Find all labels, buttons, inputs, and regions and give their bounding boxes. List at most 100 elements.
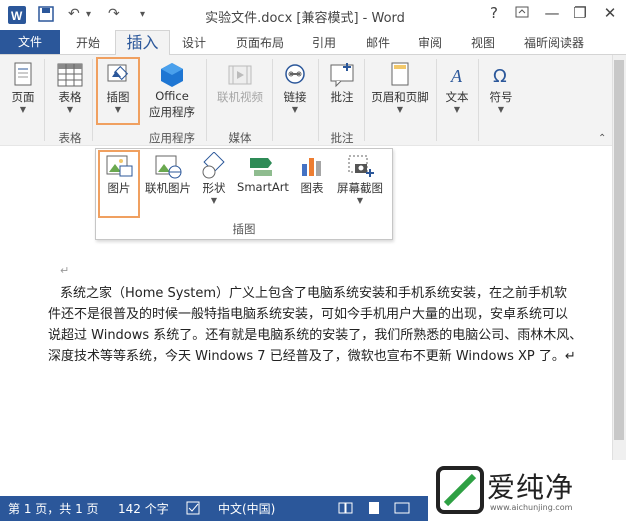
chevron-down-icon: ▼ [356, 196, 364, 205]
tab-home[interactable]: 开始 [76, 34, 100, 51]
screenshot-button[interactable]: 屏幕截图 ▼ [332, 152, 388, 205]
group-label-table: 表格 [58, 131, 82, 145]
group-separator [92, 59, 93, 141]
page-icon [9, 61, 37, 89]
tab-view[interactable]: 视图 [471, 34, 495, 51]
chart-icon [297, 152, 327, 180]
watermark-url: www.aichunjing.com [490, 503, 573, 512]
close-button[interactable]: ✕ [598, 4, 622, 22]
header-footer-button[interactable]: 页眉和页脚 ▼ [368, 61, 432, 114]
header-footer-icon [386, 61, 414, 89]
office-apps-button[interactable]: Office 应用程序 [142, 61, 202, 120]
chevron-down-icon: ▼ [66, 105, 74, 114]
chart-button[interactable]: 图表 [294, 152, 330, 196]
chevron-down-icon: ▼ [19, 105, 27, 114]
shapes-icon [199, 151, 229, 180]
word-count[interactable]: 142 个字 [118, 500, 169, 517]
new-comment-button[interactable]: 批注 [324, 61, 360, 105]
online-picture-icon [153, 152, 183, 180]
chevron-down-icon: ▼ [210, 196, 218, 205]
link-icon [281, 61, 309, 89]
text-button[interactable]: A 文本 ▼ [440, 61, 474, 114]
proofing-icon[interactable] [186, 500, 202, 519]
group-separator [436, 59, 437, 141]
table-button[interactable]: 表格 ▼ [52, 61, 88, 114]
chevron-down-icon: ▼ [497, 105, 505, 114]
group-separator [44, 59, 45, 141]
symbols-button[interactable]: Ω 符号 ▼ [484, 61, 518, 114]
tab-page-layout[interactable]: 页面布局 [236, 34, 284, 51]
chevron-down-icon: ▼ [453, 105, 461, 114]
window-title: 实验文件.docx [兼容模式] - Word [205, 11, 405, 26]
comment-icon [328, 61, 356, 89]
online-pictures-button[interactable]: 联机图片 [142, 152, 194, 196]
minimize-button[interactable]: — [540, 4, 564, 22]
tab-insert[interactable]: 插入 [115, 30, 170, 55]
illustrations-dropdown: 图片 联机图片 形状 ▼ SmartArt 图表 屏幕截图 ▼ 插图 [95, 148, 393, 240]
word-logo-icon[interactable]: W [8, 6, 26, 24]
illustrations-button[interactable]: 插图 ▼ [98, 61, 138, 114]
screenshot-icon [345, 152, 375, 180]
office-apps-icon [158, 61, 186, 89]
language-indicator[interactable]: 中文(中国) [218, 500, 275, 517]
table-icon [56, 61, 84, 89]
paragraph-mark: ↵ [60, 264, 70, 277]
page-top-divider [0, 145, 612, 146]
ribbon-tabs: 文件 开始 插入 设计 页面布局 引用 邮件 审阅 视图 福昕阅读器 [0, 30, 626, 55]
watermark-text: 爱纯净 [487, 471, 575, 504]
tab-file[interactable]: 文件 [0, 30, 60, 54]
save-icon[interactable] [38, 6, 54, 26]
chevron-down-icon: ▼ [291, 105, 299, 114]
svg-text:W: W [11, 9, 23, 23]
undo-dropdown-icon[interactable]: ▾ [86, 9, 91, 20]
web-layout-icon[interactable] [394, 500, 410, 519]
group-label-media: 媒体 [228, 131, 252, 145]
illustrations-icon [104, 61, 132, 89]
tab-references[interactable]: 引用 [312, 34, 336, 51]
group-separator [318, 59, 319, 141]
redo-icon[interactable]: ↷ [108, 6, 120, 22]
chevron-down-icon: ▼ [114, 105, 122, 114]
tab-review[interactable]: 审阅 [418, 34, 442, 51]
online-video-button[interactable]: 联机视频 [212, 61, 268, 105]
picture-icon [104, 152, 134, 180]
group-separator [272, 59, 273, 141]
restore-button[interactable]: ❐ [568, 4, 592, 22]
dropdown-group-label: 插图 [232, 222, 256, 236]
svg-text:Ω: Ω [493, 66, 507, 87]
omega-icon: Ω [487, 61, 515, 89]
smartart-icon [248, 152, 278, 180]
group-label-comments: 批注 [330, 131, 354, 145]
scrollbar-thumb[interactable] [614, 60, 624, 440]
tab-foxit-reader[interactable]: 福昕阅读器 [524, 34, 584, 51]
customize-quick-access-icon[interactable]: ▾ [140, 9, 145, 20]
video-icon [226, 61, 254, 89]
read-mode-icon[interactable] [338, 500, 354, 519]
document-line: 说超过 Windows 系统了。还有就是电脑系统的安装了，我们所熟悉的电脑公司、… [48, 328, 583, 343]
svg-text:A: A [450, 66, 463, 86]
document-line: 系统之家（Home System）广义上包含了电脑系统安装和手机系统安装，在之前… [60, 286, 568, 301]
group-separator [364, 59, 365, 141]
tab-mailings[interactable]: 邮件 [366, 34, 390, 51]
ribbon-display-options-icon[interactable] [510, 4, 534, 24]
page-count[interactable]: 第 1 页，共 1 页 [8, 500, 99, 517]
help-button[interactable]: ? [482, 4, 506, 22]
picture-button[interactable]: 图片 [100, 152, 138, 196]
undo-icon[interactable]: ↶ [68, 6, 80, 22]
pages-button[interactable]: 页面 ▼ [6, 61, 40, 114]
group-separator [478, 59, 479, 141]
title-bar: W ↶ ▾ ↷ ▾ 实验文件.docx [兼容模式] - Word ? — ❐ … [0, 0, 626, 30]
text-box-icon: A [443, 61, 471, 89]
tab-design[interactable]: 设计 [182, 34, 206, 51]
print-layout-icon[interactable] [366, 500, 382, 519]
shapes-button[interactable]: 形状 ▼ [196, 151, 232, 205]
ribbon: 页面 ▼ 表格 ▼ 表格 插图 ▼ Office 应用程序 应用程序 联机视频 … [0, 55, 612, 146]
link-button[interactable]: 链接 ▼ [278, 61, 312, 114]
collapse-ribbon-icon[interactable]: ⌃ [598, 133, 606, 144]
document-line: 深度技术等等系统，今天 Windows 7 已经普及了，微软也宣布不更新 Win… [48, 349, 576, 364]
document-line: 件还不是很普及的时候一般特指电脑系统安装，可如今手机用户大量的出现，安卓系统可以 [48, 307, 569, 322]
smartart-button[interactable]: SmartArt [234, 152, 292, 194]
document-body[interactable]: 系统之家（Home System）广义上包含了电脑系统安装和手机系统安装，在之前… [48, 283, 588, 367]
group-label-apps: 应用程序 [149, 131, 195, 145]
chevron-down-icon: ▼ [396, 105, 404, 114]
